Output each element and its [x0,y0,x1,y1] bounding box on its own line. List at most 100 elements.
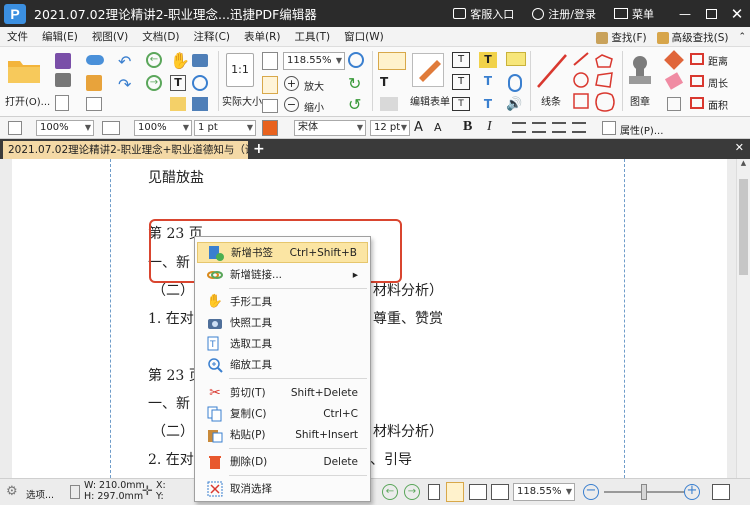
menu-document[interactable]: 文档(D) [135,29,186,44]
scroll-up-icon[interactable]: ▲ [737,159,750,167]
find-button[interactable]: 查找(F) [596,30,647,45]
properties-icon[interactable] [602,121,616,135]
redo-icon[interactable]: ↷ [118,75,131,94]
opacity-combo-2[interactable]: 100% ▼ [134,120,192,136]
fit-width-icon[interactable] [262,52,278,70]
advanced-find-button[interactable]: 高级查找(S) [656,30,728,45]
support-button[interactable]: 客服入口 [453,6,514,22]
status-zoom-combo[interactable]: 118.55% ▼ [513,483,575,501]
stamp-icon[interactable] [626,53,654,89]
menu-tools[interactable]: 工具(T) [288,29,338,44]
highlight-icon[interactable] [170,97,186,111]
perimeter-icon[interactable] [690,75,704,87]
area-label[interactable]: 面积 [708,97,728,112]
continuous-view-icon[interactable] [446,482,464,502]
context-item-deselect[interactable]: 取消选择 [197,478,368,499]
document-view[interactable]: 见醋放盐 第 23 页 一、新 （二） 材料分析） 1. 在对 尊重、赞赏 第 … [0,159,750,478]
rotate-ccw-icon[interactable]: ↺ [348,95,361,114]
save-icon[interactable] [55,53,71,69]
distance-icon[interactable] [690,53,704,65]
fill-color-icon[interactable] [102,121,120,135]
textbox2-icon[interactable]: T [452,74,470,90]
zoom-slider-thumb[interactable] [641,484,647,500]
crop-icon[interactable] [667,97,681,111]
next-view-icon[interactable]: → [404,484,420,500]
menu-button[interactable]: 菜单 [614,6,654,22]
cloud-icon[interactable] [86,55,104,65]
context-item-select-tool[interactable]: T 选取工具 [197,333,368,354]
menu-file[interactable]: 文件 [0,29,35,44]
page-icon[interactable] [86,97,102,111]
align-left-icon[interactable] [512,122,526,133]
note-icon[interactable] [506,52,526,66]
edit-content-icon[interactable] [378,52,406,70]
perimeter-label[interactable]: 周长 [708,75,728,90]
document-tab[interactable]: 2021.07.02理论精讲2-职业理念+职业道德知与（讲..* [3,141,248,159]
text-color-icon[interactable] [262,120,278,136]
context-item-hand-tool[interactable]: ✋ 手形工具 [197,291,368,312]
rotate-cw-icon[interactable]: ↻ [348,74,361,93]
textbox3-icon[interactable]: T [452,97,470,111]
scrollbar-thumb[interactable] [739,179,748,275]
hand-tool-icon[interactable]: ✋ [170,51,190,70]
snapshot-icon[interactable] [192,54,208,67]
add-image-icon[interactable] [380,97,398,111]
font-name-combo[interactable]: 宋体 ▼ [294,120,366,136]
close-button[interactable]: ✕ [724,0,750,27]
new-doc-icon[interactable] [86,75,102,91]
status-zoom-in-icon[interactable]: + [684,484,700,500]
fit-page-active-icon[interactable] [262,76,278,94]
export-icon[interactable] [55,95,69,111]
menu-form[interactable]: 表单(R) [237,29,288,44]
zoom-in-icon[interactable]: + [284,76,299,91]
context-item-cut[interactable]: ✂ 剪切(T) Shift+Delete [197,382,368,403]
vertical-scrollbar[interactable]: ▲ [736,159,750,478]
select-text-tool-icon[interactable]: T [170,75,186,91]
fit-page-icon[interactable] [192,97,208,111]
zoom-combo[interactable]: 118.55% ▼ [283,52,345,70]
back-icon[interactable]: ← [146,52,162,68]
context-item-zoom-tool[interactable]: 缩放工具 [197,354,368,375]
area-icon[interactable] [690,97,704,109]
context-item-copy[interactable]: 复制(C) Ctrl+C [197,403,368,424]
context-item-add-bookmark[interactable]: 新增书签 Ctrl+Shift+B [197,242,368,263]
align-right-icon[interactable] [552,122,566,133]
textbox-icon[interactable]: T [452,52,470,68]
align-center-icon[interactable] [532,122,546,133]
zoom-out-icon[interactable]: − [284,97,299,112]
print-icon[interactable] [55,73,71,87]
settings-gear-icon[interactable]: ⚙ [6,484,18,499]
forward-icon[interactable]: → [146,75,162,91]
distance-label[interactable]: 距离 [708,53,728,68]
status-zoom-out-icon[interactable]: − [583,484,599,500]
zoom-options-icon[interactable] [348,52,364,68]
justify-icon[interactable] [572,122,586,133]
menu-view[interactable]: 视图(V) [85,29,135,44]
actual-size-button[interactable]: 1:1 [226,53,254,87]
callout-icon[interactable]: T [479,74,497,90]
zoom-out-label[interactable]: 缩小 [304,99,324,114]
shapes-group[interactable] [572,51,624,115]
continuous-facing-view-icon[interactable] [491,484,509,500]
menu-comment[interactable]: 注释(C) [187,29,238,44]
menu-edit[interactable]: 编辑(E) [35,29,85,44]
pencil-icon[interactable] [664,50,684,70]
italic-icon[interactable]: I [487,119,492,135]
context-item-delete[interactable]: 删除(D) Delete [197,451,368,472]
collapse-ribbon-button[interactable]: ⌃ [738,32,746,42]
context-item-snapshot-tool[interactable]: 快照工具 [197,312,368,333]
undo-icon[interactable]: ↶ [118,52,131,71]
facing-view-icon[interactable] [469,484,487,500]
bold-icon[interactable]: B [463,119,472,135]
properties-button[interactable]: 属性(P)... [620,122,663,137]
eraser-icon[interactable] [664,72,684,90]
minimize-button[interactable]: — [672,0,698,27]
fullscreen-icon[interactable] [712,484,730,500]
font-size-combo[interactable]: 12 pt ▼ [370,120,410,136]
font-shrink-icon[interactable]: A [434,121,442,134]
style-icon[interactable] [8,121,22,135]
maximize-button[interactable] [698,0,724,27]
context-item-paste[interactable]: 粘贴(P) Shift+Insert [197,424,368,445]
single-page-icon[interactable] [262,99,278,113]
open-button[interactable] [6,55,42,85]
